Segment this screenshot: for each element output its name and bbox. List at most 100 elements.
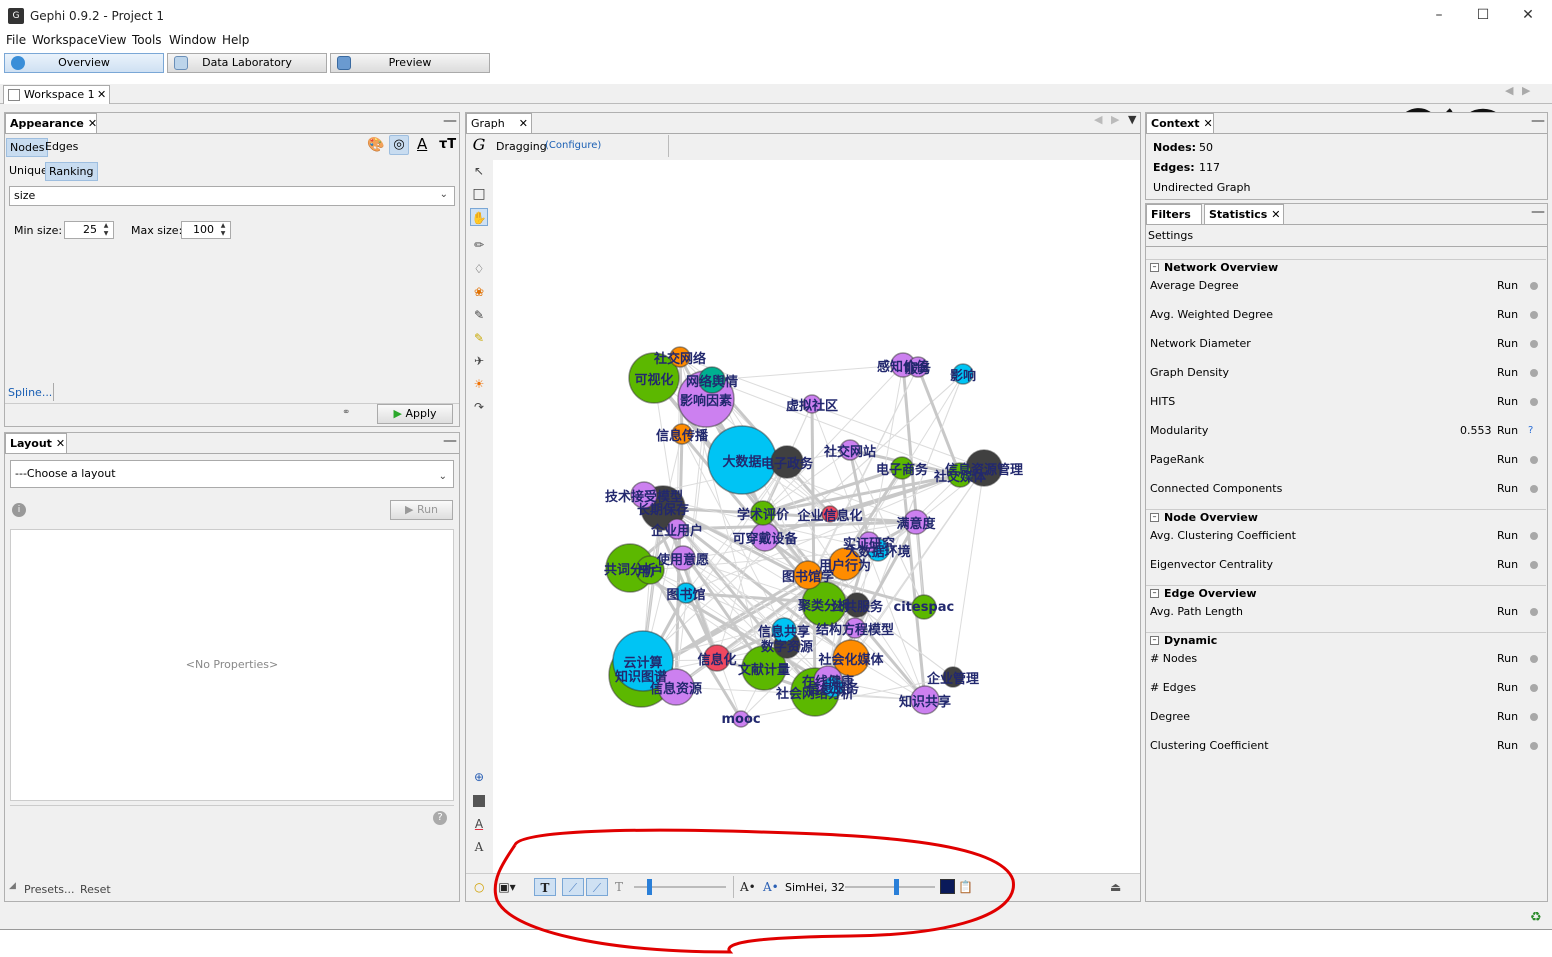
- expand-icon[interactable]: ⏏: [1110, 878, 1121, 896]
- overview-button[interactable]: Overview: [4, 53, 164, 73]
- workspace-tab[interactable]: Workspace 1 ✕: [3, 85, 110, 104]
- maximize-button[interactable]: ☐: [1472, 6, 1494, 24]
- minimize-panel-icon[interactable]: —: [443, 433, 457, 449]
- menu-file[interactable]: File: [6, 33, 26, 47]
- airplane-icon[interactable]: ✈: [470, 352, 488, 370]
- configure-link[interactable]: (Configure): [545, 140, 601, 151]
- run-statistic-button[interactable]: Run: [1497, 277, 1518, 295]
- run-statistic-button[interactable]: Run: [1497, 527, 1518, 545]
- brush-icon[interactable]: ✏: [470, 236, 488, 254]
- status-dot-icon[interactable]: [1530, 684, 1538, 692]
- status-dot-icon[interactable]: [1530, 282, 1538, 290]
- label-size-icon[interactable]: τT: [439, 137, 456, 152]
- font-label[interactable]: SimHei, 32: [785, 881, 845, 894]
- background-color-icon[interactable]: [470, 792, 488, 810]
- status-dot-icon[interactable]: [1530, 561, 1538, 569]
- label-color-swatch[interactable]: [940, 879, 955, 894]
- run-statistic-button[interactable]: Run: [1497, 708, 1518, 726]
- report-icon[interactable]: ?: [1528, 422, 1533, 440]
- mode-ranking[interactable]: Ranking: [45, 162, 98, 181]
- run-statistic-button[interactable]: Run: [1497, 603, 1518, 621]
- nav-left-icon[interactable]: ◀: [1094, 113, 1102, 126]
- menu-view[interactable]: View: [98, 33, 126, 47]
- close-workspace-icon[interactable]: ✕: [97, 86, 106, 104]
- close-context-icon[interactable]: ✕: [1204, 117, 1213, 130]
- tab-edges[interactable]: Edges: [42, 138, 81, 155]
- attributes-icon[interactable]: 📋: [958, 878, 973, 896]
- menu-window[interactable]: Window: [169, 33, 216, 47]
- attribute-combo[interactable]: size ⌄: [9, 186, 455, 206]
- painter-icon[interactable]: ❀: [470, 283, 488, 301]
- layout-combo[interactable]: ---Choose a layout ⌄: [10, 460, 454, 488]
- graph-tab[interactable]: Graph ✕: [466, 113, 532, 133]
- context-tab[interactable]: Context ✕: [1146, 113, 1214, 133]
- minimize-button[interactable]: –: [1428, 6, 1450, 24]
- status-dot-icon[interactable]: [1530, 369, 1538, 377]
- lightbulb-icon[interactable]: ○: [474, 878, 484, 896]
- run-statistic-button[interactable]: Run: [1497, 335, 1518, 353]
- run-statistic-button[interactable]: Run: [1497, 737, 1518, 755]
- link-icon[interactable]: ⚭: [342, 407, 350, 418]
- close-appearance-icon[interactable]: ✕: [88, 117, 97, 130]
- diamond-icon[interactable]: ♢: [470, 260, 488, 278]
- scroll-left-icon[interactable]: ◀: [1505, 84, 1513, 97]
- appearance-tab[interactable]: Appearance ✕: [5, 113, 97, 133]
- status-dot-icon[interactable]: [1530, 485, 1538, 493]
- close-graph-icon[interactable]: ✕: [519, 117, 528, 130]
- status-dot-icon[interactable]: [1530, 340, 1538, 348]
- run-statistic-button[interactable]: Run: [1497, 650, 1518, 668]
- minimize-panel-icon[interactable]: —: [1531, 204, 1545, 220]
- nav-right-icon[interactable]: ▶: [1111, 113, 1119, 126]
- label-font-icon[interactable]: A•: [763, 878, 779, 896]
- spline-link[interactable]: Spline...: [8, 386, 52, 399]
- label-size-slider[interactable]: [845, 886, 935, 888]
- min-size-spinner[interactable]: 25 ▲ ▼: [64, 221, 114, 239]
- font-size-icon[interactable]: A•: [740, 878, 756, 896]
- status-dot-icon[interactable]: [1530, 608, 1538, 616]
- status-dot-icon[interactable]: [1530, 713, 1538, 721]
- minimize-panel-icon[interactable]: —: [443, 113, 457, 129]
- collapse-icon[interactable]: –: [1150, 263, 1159, 272]
- run-statistic-button[interactable]: Run: [1497, 451, 1518, 469]
- status-dot-icon[interactable]: [1530, 532, 1538, 540]
- font-icon[interactable]: A: [470, 838, 488, 856]
- run-layout-button[interactable]: ▶ Run: [390, 500, 453, 520]
- close-button[interactable]: ✕: [1517, 6, 1539, 24]
- run-statistic-button[interactable]: Run: [1497, 480, 1518, 498]
- status-dot-icon[interactable]: [1530, 456, 1538, 464]
- heat-map-icon[interactable]: ☀: [470, 375, 488, 393]
- dropdown-icon[interactable]: ▼: [1128, 113, 1136, 126]
- close-statistics-icon[interactable]: ✕: [1271, 208, 1280, 221]
- show-edges-icon[interactable]: ⟋: [562, 878, 584, 896]
- run-statistic-button[interactable]: Run: [1497, 422, 1518, 440]
- drag-hand-icon[interactable]: ✋: [470, 208, 488, 226]
- section-header[interactable]: – Network Overview: [1146, 259, 1546, 275]
- collapse-icon[interactable]: –: [1150, 636, 1159, 645]
- max-size-spinner[interactable]: 100 ▲ ▼: [181, 221, 231, 239]
- graph-canvas[interactable]: [493, 160, 1140, 873]
- collapse-icon[interactable]: –: [1150, 513, 1159, 522]
- reset-button[interactable]: Reset: [80, 883, 111, 896]
- menu-workspace[interactable]: Workspace: [32, 33, 98, 47]
- pencil-icon[interactable]: ✎: [470, 306, 488, 324]
- status-dot-icon[interactable]: [1530, 311, 1538, 319]
- statistics-tab[interactable]: Statistics ✕: [1204, 204, 1284, 224]
- zoom-fit-icon[interactable]: ⊕: [470, 768, 488, 786]
- presets-button[interactable]: Presets...: [24, 883, 75, 896]
- section-header[interactable]: – Node Overview: [1146, 509, 1546, 525]
- help-icon[interactable]: ?: [433, 811, 447, 825]
- edge-labels-icon[interactable]: T: [610, 878, 628, 896]
- show-labels-icon[interactable]: T: [534, 878, 556, 896]
- rectangle-select-icon[interactable]: □: [470, 185, 488, 203]
- settings-button[interactable]: Settings: [1148, 229, 1193, 242]
- spinner-arrows-icon[interactable]: ▲ ▼: [217, 222, 229, 238]
- menu-help[interactable]: Help: [222, 33, 249, 47]
- palette-icon[interactable]: 🎨: [367, 137, 384, 153]
- layout-tab[interactable]: Layout ✕: [5, 433, 67, 453]
- pointer-icon[interactable]: ↖: [470, 162, 488, 180]
- run-statistic-button[interactable]: Run: [1497, 393, 1518, 411]
- notification-icon[interactable]: ♻: [1530, 910, 1542, 925]
- edge-pencil-icon[interactable]: ✎: [470, 329, 488, 347]
- edge-slider-thumb[interactable]: [647, 879, 652, 895]
- preview-button[interactable]: Preview: [330, 53, 490, 73]
